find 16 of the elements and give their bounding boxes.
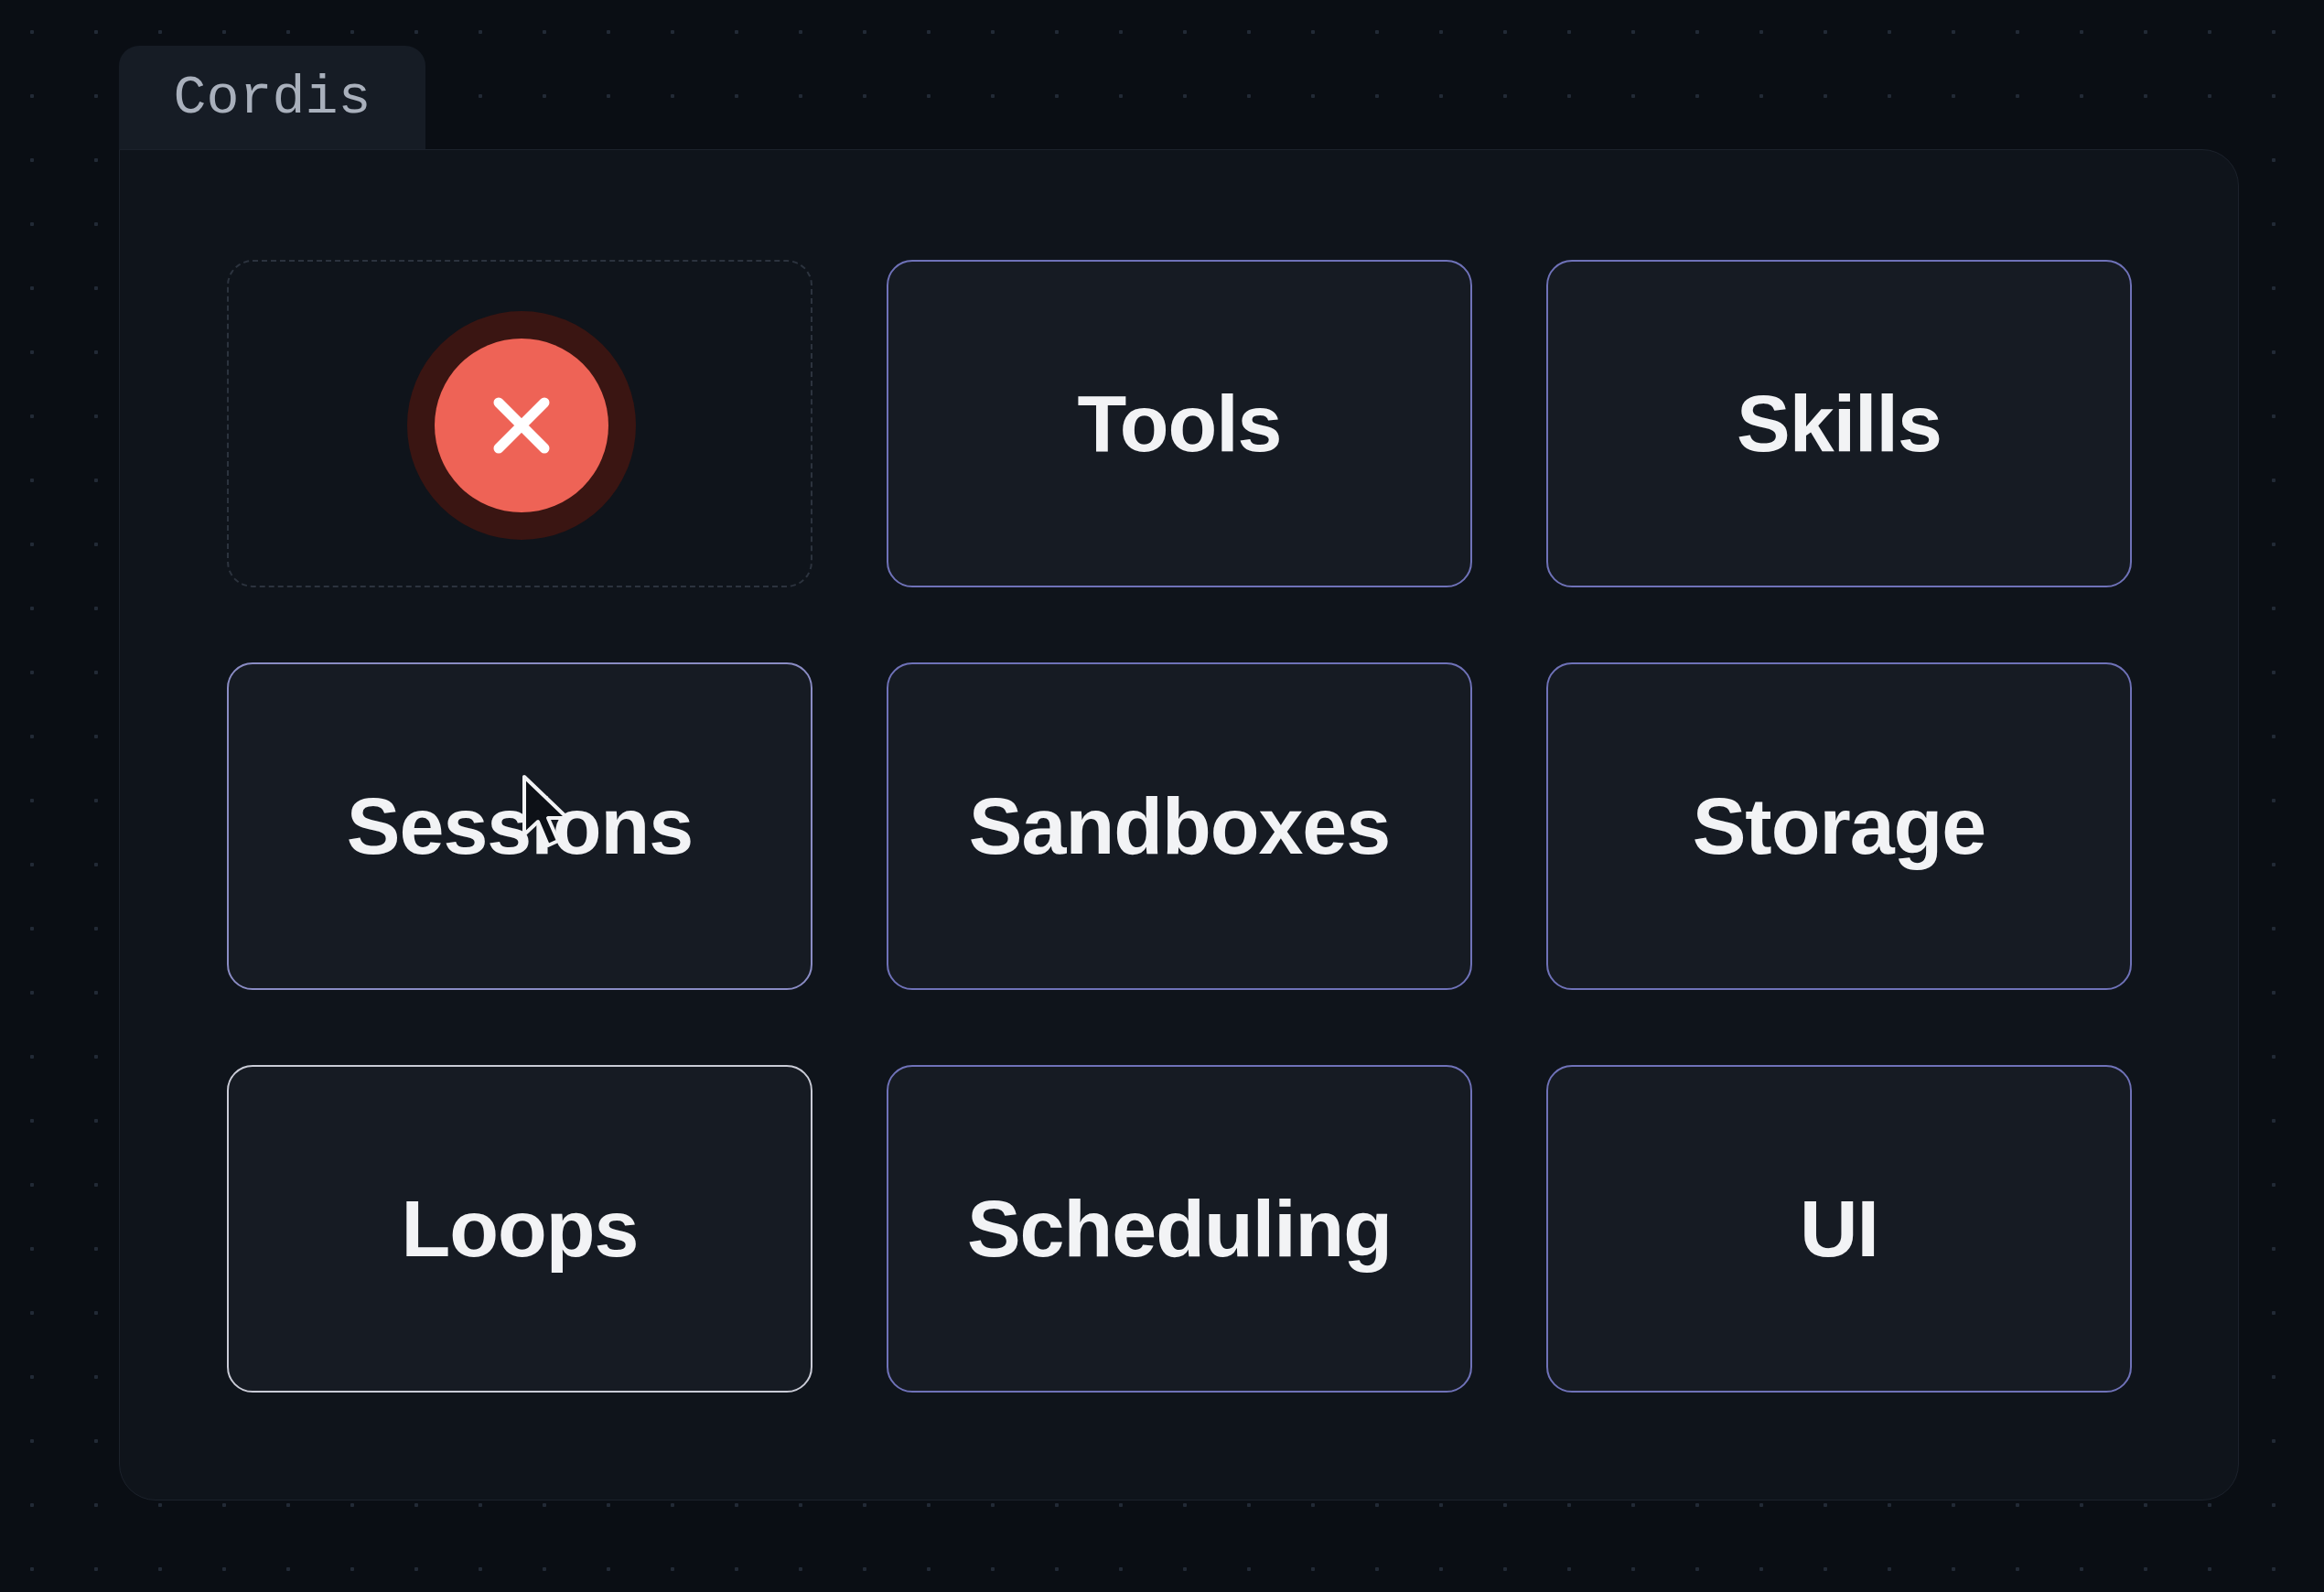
close-icon	[493, 397, 550, 454]
card[interactable]: Storage	[1546, 662, 2132, 990]
card-title: UI	[1800, 1182, 1878, 1275]
card-title: Tools	[1077, 377, 1282, 470]
card[interactable]: Tools	[887, 260, 1472, 587]
card-title: Loops	[401, 1182, 639, 1275]
card-title: Storage	[1692, 780, 1986, 873]
card[interactable]: Sandboxes	[887, 662, 1472, 990]
card[interactable]: Scheduling	[887, 1065, 1472, 1393]
card[interactable]: Skills	[1546, 260, 2132, 587]
card-title: Sandboxes	[968, 780, 1391, 873]
tab[interactable]: Cordis	[119, 46, 425, 149]
card-title: Skills	[1737, 377, 1942, 470]
card[interactable]: UI	[1546, 1065, 2132, 1393]
card-title: Scheduling	[966, 1182, 1393, 1275]
card[interactable]: Loops	[227, 1065, 812, 1393]
